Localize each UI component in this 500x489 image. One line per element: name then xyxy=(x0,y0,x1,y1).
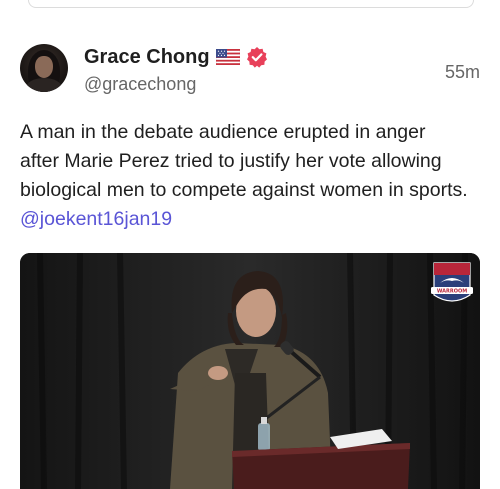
post-timestamp[interactable]: 55m xyxy=(445,62,480,83)
author-row: Grace Chong xyxy=(84,44,268,70)
warroom-watermark: WARROOM xyxy=(431,262,473,302)
post-body: A man in the debate audience erupted in … xyxy=(20,121,468,201)
previous-post-card xyxy=(28,0,474,8)
avatar-shoulders xyxy=(26,78,62,92)
verified-badge-icon xyxy=(246,46,268,68)
watermark-label: WARROOM xyxy=(437,289,467,295)
post-text: A man in the debate audience erupted in … xyxy=(20,118,468,234)
avatar-face xyxy=(35,56,53,78)
author-handle[interactable]: @gracechong xyxy=(84,74,196,95)
video-thumbnail[interactable]: WARROOM xyxy=(20,253,480,489)
author-name[interactable]: Grace Chong xyxy=(84,46,210,69)
avatar[interactable] xyxy=(20,44,68,92)
mention-link[interactable]: @joekent16jan19 xyxy=(20,208,172,230)
us-flag-icon xyxy=(215,48,240,66)
